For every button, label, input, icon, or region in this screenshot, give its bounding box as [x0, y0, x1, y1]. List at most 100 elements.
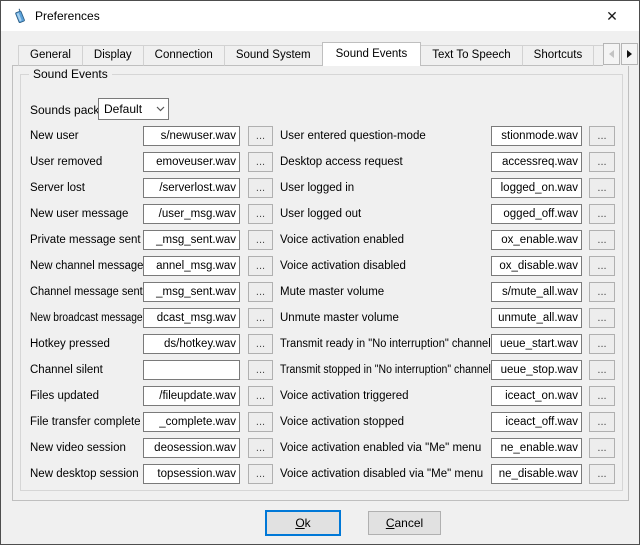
tab-sound-system[interactable]: Sound System	[224, 45, 323, 66]
preferences-dialog: Preferences ✕ GeneralDisplayConnectionSo…	[0, 0, 640, 545]
sounds-pack-value: Default	[99, 102, 152, 116]
sound-event-row: Private message sent ...	[30, 227, 274, 253]
sound-file-input[interactable]	[491, 204, 582, 224]
sound-event-label: Unmute master volume	[280, 312, 491, 324]
browse-button[interactable]: ...	[589, 438, 615, 458]
browse-button[interactable]: ...	[248, 308, 273, 328]
browse-button[interactable]: ...	[248, 178, 273, 198]
title-bar: Preferences ✕	[1, 1, 639, 31]
browse-button[interactable]: ...	[589, 256, 615, 276]
tab-scroll-right-button[interactable]	[621, 43, 638, 65]
sound-event-label: Server lost	[30, 182, 143, 194]
sound-file-input[interactable]	[143, 464, 240, 484]
browse-button[interactable]: ...	[248, 256, 273, 276]
sound-event-row: Transmit ready in "No interruption" chan…	[280, 331, 616, 357]
sound-event-row: Server lost ...	[30, 175, 274, 201]
sound-file-input[interactable]	[491, 256, 582, 276]
sound-file-input[interactable]	[491, 334, 582, 354]
browse-button[interactable]: ...	[248, 438, 273, 458]
browse-button[interactable]: ...	[589, 386, 615, 406]
sound-file-input[interactable]	[491, 360, 582, 380]
sound-file-input[interactable]	[491, 282, 582, 302]
sound-file-input[interactable]	[143, 308, 240, 328]
sound-file-input[interactable]	[143, 412, 240, 432]
browse-button[interactable]: ...	[248, 386, 273, 406]
sound-file-input[interactable]	[491, 230, 582, 250]
sound-events-pane: Sound Events Sounds pack Default New use…	[12, 65, 629, 501]
tab-general[interactable]: General	[18, 45, 83, 66]
browse-button[interactable]: ...	[589, 360, 615, 380]
sound-event-row: File transfer complete ...	[30, 409, 274, 435]
sound-events-group: Sound Events Sounds pack Default New use…	[20, 74, 623, 491]
tab-scroller	[603, 43, 640, 66]
browse-button[interactable]: ...	[589, 412, 615, 432]
sound-event-row: New channel message ...	[30, 253, 274, 279]
browse-button[interactable]: ...	[248, 282, 273, 302]
sound-event-row: Channel message sent ...	[30, 279, 274, 305]
sound-file-input[interactable]	[143, 126, 240, 146]
sound-file-input[interactable]	[491, 464, 582, 484]
tab-text-to-speech[interactable]: Text To Speech	[420, 45, 522, 66]
tab-connection[interactable]: Connection	[143, 45, 225, 66]
browse-button[interactable]: ...	[589, 464, 615, 484]
sound-file-input[interactable]	[143, 152, 240, 172]
browse-button[interactable]: ...	[248, 360, 273, 380]
browse-button[interactable]: ...	[589, 152, 615, 172]
sound-file-input[interactable]	[491, 386, 582, 406]
sound-file-input[interactable]	[491, 126, 582, 146]
browse-button[interactable]: ...	[589, 308, 615, 328]
browse-button[interactable]: ...	[248, 334, 273, 354]
browse-button[interactable]: ...	[589, 230, 615, 250]
events-column-left: New user ... User removed ... Server los…	[30, 123, 274, 487]
sound-file-input[interactable]	[143, 334, 240, 354]
browse-button[interactable]: ...	[248, 152, 273, 172]
sounds-pack-select[interactable]: Default	[98, 98, 169, 120]
sound-event-row: New video session ...	[30, 435, 274, 461]
browse-button[interactable]: ...	[589, 126, 615, 146]
sound-event-row: Voice activation disabled via "Me" menu …	[280, 461, 616, 487]
browse-button[interactable]: ...	[248, 204, 273, 224]
sound-event-row: New user ...	[30, 123, 274, 149]
browse-button[interactable]: ...	[589, 204, 615, 224]
sound-file-input[interactable]	[491, 178, 582, 198]
sound-file-input[interactable]	[143, 360, 240, 380]
tab-sound-events[interactable]: Sound Events	[322, 42, 422, 66]
sound-file-input[interactable]	[143, 256, 240, 276]
sound-event-row: User removed ...	[30, 149, 274, 175]
sound-event-label: Hotkey pressed	[30, 338, 143, 350]
browse-button[interactable]: ...	[589, 334, 615, 354]
sound-event-row: New desktop session ...	[30, 461, 274, 487]
sound-event-row: User logged out ...	[280, 201, 616, 227]
tab-shortcuts[interactable]: Shortcuts	[522, 45, 595, 66]
sound-file-input[interactable]	[491, 308, 582, 328]
sound-file-input[interactable]	[143, 282, 240, 302]
browse-button[interactable]: ...	[589, 282, 615, 302]
cancel-button[interactable]: Cancel	[368, 511, 441, 535]
browse-button[interactable]: ...	[589, 178, 615, 198]
sound-event-row: User entered question-mode ...	[280, 123, 616, 149]
sound-file-input[interactable]	[143, 230, 240, 250]
sound-event-label: File transfer complete	[30, 416, 143, 428]
sound-event-label: User removed	[30, 156, 143, 168]
browse-button[interactable]: ...	[248, 230, 273, 250]
sound-file-input[interactable]	[143, 438, 240, 458]
arrow-right-icon	[627, 50, 632, 58]
sound-file-input[interactable]	[143, 386, 240, 406]
browse-button[interactable]: ...	[248, 464, 273, 484]
sound-event-label: Transmit ready in "No interruption" chan…	[280, 338, 491, 350]
ok-button[interactable]: Ok	[265, 510, 341, 536]
browse-button[interactable]: ...	[248, 126, 273, 146]
tab-scroll-left-button[interactable]	[603, 43, 620, 65]
tab-display[interactable]: Display	[82, 45, 144, 66]
events-column-right: User entered question-mode ... Desktop a…	[280, 123, 616, 487]
sound-event-label: User logged out	[280, 208, 491, 220]
sound-file-input[interactable]	[143, 178, 240, 198]
browse-button[interactable]: ...	[248, 412, 273, 432]
sound-file-input[interactable]	[491, 438, 582, 458]
sound-file-input[interactable]	[143, 204, 240, 224]
sound-file-input[interactable]	[491, 412, 582, 432]
sound-event-label: New user	[30, 130, 143, 142]
close-icon[interactable]: ✕	[597, 1, 627, 31]
sound-event-row: Transmit stopped in "No interruption" ch…	[280, 357, 616, 383]
sound-file-input[interactable]	[491, 152, 582, 172]
